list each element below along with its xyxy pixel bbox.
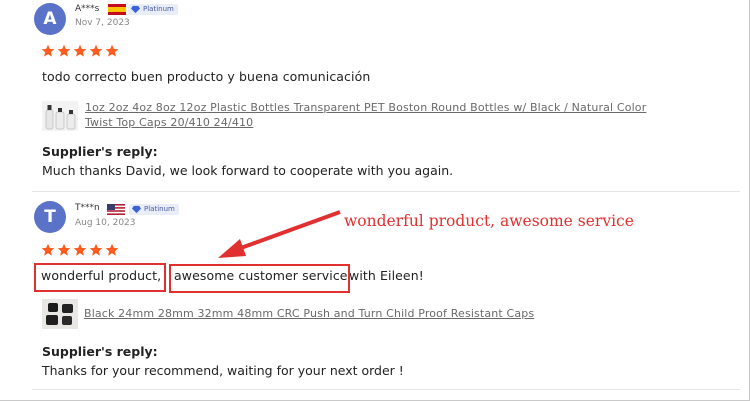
review-date: Nov 7, 2023: [75, 18, 130, 28]
reviewer-avatar: T: [34, 201, 66, 233]
product-title-line1[interactable]: Black 24mm 28mm 32mm 48mm CRC Push and T…: [84, 306, 684, 321]
page-frame: [0, 0, 750, 401]
star-icon: [41, 243, 55, 256]
star-icon: [57, 243, 71, 256]
review-text-part3: with Eileen!: [349, 268, 424, 283]
product-title-line1[interactable]: 1oz 2oz 4oz 8oz 12oz Plastic Bottles Tra…: [85, 100, 705, 115]
supplier-reply-heading: Supplier's reply:: [42, 144, 158, 159]
reviewer-name: T***n: [75, 203, 100, 213]
star-rating: [41, 44, 119, 58]
spain-flag-icon: [108, 4, 126, 15]
product-link[interactable]: 1oz 2oz 4oz 8oz 12oz Plastic Bottles Tra…: [85, 100, 705, 130]
highlight-box-product: [34, 263, 166, 292]
review-divider: [32, 191, 740, 192]
highlight-box-service: [169, 264, 350, 293]
supplier-reply-heading: Supplier's reply:: [42, 344, 158, 359]
product-link[interactable]: Black 24mm 28mm 32mm 48mm CRC Push and T…: [84, 306, 684, 321]
caps-thumbnail-icon[interactable]: [42, 299, 78, 329]
star-icon: [105, 243, 119, 256]
review-divider: [32, 389, 740, 390]
star-icon: [57, 44, 71, 57]
annotation-text: wonderful product, awesome service: [344, 212, 634, 230]
platinum-badge: Platinum: [128, 4, 178, 15]
review-text: todo correcto buen producto y buena comu…: [42, 69, 371, 84]
diamond-icon: [131, 5, 140, 14]
platinum-badge: Platinum: [129, 204, 179, 215]
reviewer-avatar: A: [34, 3, 66, 35]
usa-flag-icon: [107, 204, 125, 215]
annotation-arrow-icon: [218, 210, 341, 258]
star-icon: [73, 44, 87, 57]
product-title-line2[interactable]: Twist Top Caps 20/410 24/410: [85, 115, 705, 130]
bottles-thumbnail-icon[interactable]: [42, 101, 78, 131]
badge-label: Platinum: [143, 5, 174, 13]
star-icon: [73, 243, 87, 256]
supplier-reply-text: Thanks for your recommend, waiting for y…: [42, 363, 404, 378]
star-icon: [89, 44, 103, 57]
badge-label: Platinum: [144, 205, 175, 213]
diamond-icon: [132, 205, 141, 214]
star-icon: [105, 44, 119, 57]
star-icon: [89, 243, 103, 256]
reviewer-name: A***s: [75, 4, 100, 14]
star-rating: [41, 243, 119, 257]
review-date: Aug 10, 2023: [75, 218, 136, 228]
supplier-reply-text: Much thanks David, we look forward to co…: [42, 163, 454, 178]
star-icon: [41, 44, 55, 57]
